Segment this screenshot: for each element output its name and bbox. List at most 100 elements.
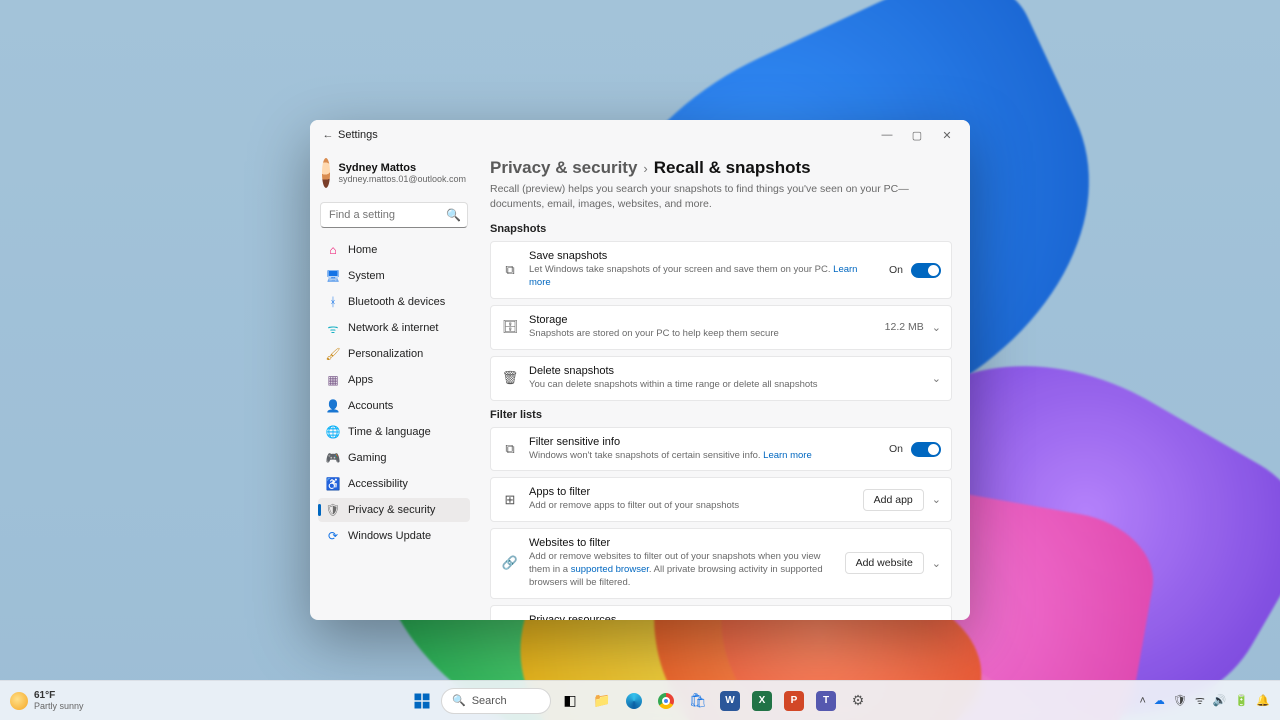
wifi-icon[interactable]: ᯤ [1195,693,1205,708]
add-website-button[interactable]: Add website [845,552,924,574]
add-app-button[interactable]: Add app [863,489,924,511]
taskbar-app-teams[interactable]: T [813,688,839,714]
profile-block[interactable]: Sydney Mattos sydney.mattos.01@outlook.c… [318,154,470,198]
notifications-icon[interactable]: 🔔 [1256,694,1270,707]
onedrive-icon[interactable]: ☁ [1154,694,1165,707]
snapshot-icon: ⧉ [501,262,519,278]
sidebar-item-bluetooth[interactable]: ᚼ Bluetooth & devices [318,290,470,314]
sidebar-item-label: System [348,270,385,282]
card-title: Websites to filter [529,537,835,549]
trash-icon: 🗑 [501,370,519,386]
sidebar-item-label: Network & internet [348,322,438,334]
close-button[interactable]: ✕ [932,129,962,142]
sidebar-item-label: Time & language [348,426,431,438]
sidebar-item-label: Accessibility [348,478,408,490]
sidebar-item-time[interactable]: 🌐 Time & language [318,420,470,444]
sidebar-item-gaming[interactable]: 🎮 Gaming [318,446,470,470]
card-title: Delete snapshots [529,365,922,377]
weather-temp: 61°F [34,690,84,701]
sidebar-item-label: Home [348,244,377,256]
home-icon: ⌂ [326,243,340,257]
card-save-snapshots[interactable]: ⧉ Save snapshots Let Windows take snapsh… [490,241,952,299]
start-button[interactable] [409,688,435,714]
sidebar-item-apps[interactable]: ▦ Apps [318,368,470,392]
filter-sensitive-toggle[interactable] [911,442,941,457]
card-title: Save snapshots [529,250,879,262]
taskbar-app-settings[interactable]: ⚙ [845,688,871,714]
group-snapshots: Snapshots [490,223,952,235]
card-desc: You can delete snapshots within a time r… [529,379,922,392]
sidebar-item-network[interactable]: ᯤ Network & internet [318,316,470,340]
taskbar-search[interactable]: 🔍 Search [441,688,551,714]
filter-icon: ⧉ [501,441,519,457]
supported-browser-link[interactable]: supported browser [571,564,649,575]
taskbar-app-store[interactable]: 🛍 [685,688,711,714]
sidebar-item-update[interactable]: ⟳ Windows Update [318,524,470,548]
breadcrumb-section[interactable]: Privacy & security [490,158,637,178]
sidebar-item-label: Bluetooth & devices [348,296,445,308]
system-tray[interactable]: ˄ ☁ 🛡 ᯤ 🔊 🔋 🔔 [1139,693,1270,708]
apps-filter-icon: ⊞ [501,492,519,508]
minimize-button[interactable]: — [872,129,902,141]
globe-icon: 🌐 [326,425,340,439]
battery-icon[interactable]: 🔋 [1235,694,1249,707]
taskbar-app-excel[interactable]: X [749,688,775,714]
taskbar: 61°F Partly sunny 🔍 Search ◧ 📁 🛍 W X P T… [0,680,1280,720]
card-delete-snapshots[interactable]: 🗑 Delete snapshots You can delete snapsh… [490,356,952,401]
taskbar-app-edge[interactable] [621,688,647,714]
sidebar: Sydney Mattos sydney.mattos.01@outlook.c… [310,150,476,620]
settings-window: ← Settings — ▢ ✕ Sydney Mattos sydney.ma… [310,120,970,620]
user-name: Sydney Mattos [338,162,466,174]
sidebar-item-personalization[interactable]: 🖌 Personalization [318,342,470,366]
taskbar-search-label: Search [472,695,507,707]
card-desc: Add or remove apps to filter out of your… [529,500,853,513]
card-apps-filter[interactable]: ⊞ Apps to filter Add or remove apps to f… [490,477,952,522]
person-icon: 👤 [326,399,340,413]
sidebar-item-home[interactable]: ⌂ Home [318,238,470,262]
sidebar-item-label: Accounts [348,400,393,412]
card-title: Privacy resources [529,614,941,620]
card-desc: Add or remove websites to filter out of … [529,551,835,589]
weather-desc: Partly sunny [34,701,84,711]
tray-chevron-icon[interactable]: ˄ [1139,695,1145,707]
search-icon: 🔍 [452,694,466,707]
weather-widget[interactable]: 61°F Partly sunny [10,690,84,711]
maximize-button[interactable]: ▢ [902,129,932,142]
taskbar-app-chrome[interactable] [653,688,679,714]
sidebar-item-accounts[interactable]: 👤 Accounts [318,394,470,418]
chevron-down-icon: ⌄ [932,372,941,385]
card-privacy-resources: 🛡 Privacy resources About these settings… [490,605,952,620]
page-intro: Recall (preview) helps you search your s… [490,182,952,211]
task-view-button[interactable]: ◧ [557,688,583,714]
card-title: Storage [529,314,875,326]
card-filter-sensitive[interactable]: ⧉ Filter sensitive info Windows won't ta… [490,427,952,472]
sidebar-item-label: Personalization [348,348,423,360]
security-icon[interactable]: 🛡 [1173,694,1187,707]
card-websites-filter[interactable]: 🔗 Websites to filter Add or remove websi… [490,528,952,598]
card-storage[interactable]: 🗄 Storage Snapshots are stored on your P… [490,305,952,350]
sidebar-item-label: Gaming [348,452,387,464]
taskbar-app-word[interactable]: W [717,688,743,714]
sidebar-item-privacy[interactable]: 🛡 Privacy & security [318,498,470,522]
storage-value: 12.2 MB [885,321,924,333]
taskbar-app-explorer[interactable]: 📁 [589,688,615,714]
main-pane: Privacy & security › Recall & snapshots … [476,150,970,620]
back-button[interactable]: ← [318,129,338,141]
chevron-down-icon: ⌄ [932,557,941,570]
card-title: Filter sensitive info [529,436,879,448]
chevron-right-icon: › [643,161,647,176]
shield-icon: 🛡 [501,619,519,620]
system-icon: 🖥 [326,269,340,283]
learn-more-link[interactable]: Learn more [763,450,812,461]
volume-icon[interactable]: 🔊 [1213,694,1227,707]
sidebar-item-accessibility[interactable]: ♿ Accessibility [318,472,470,496]
card-desc: Let Windows take snapshots of your scree… [529,264,879,290]
paint-icon: 🖌 [326,347,340,361]
sidebar-item-system[interactable]: 🖥 System [318,264,470,288]
card-desc: Snapshots are stored on your PC to help … [529,328,875,341]
save-snapshots-toggle[interactable] [911,263,941,278]
update-icon: ⟳ [326,529,340,543]
taskbar-app-powerpoint[interactable]: P [781,688,807,714]
avatar [322,158,330,188]
search-wrap: 🔍 [320,202,468,228]
